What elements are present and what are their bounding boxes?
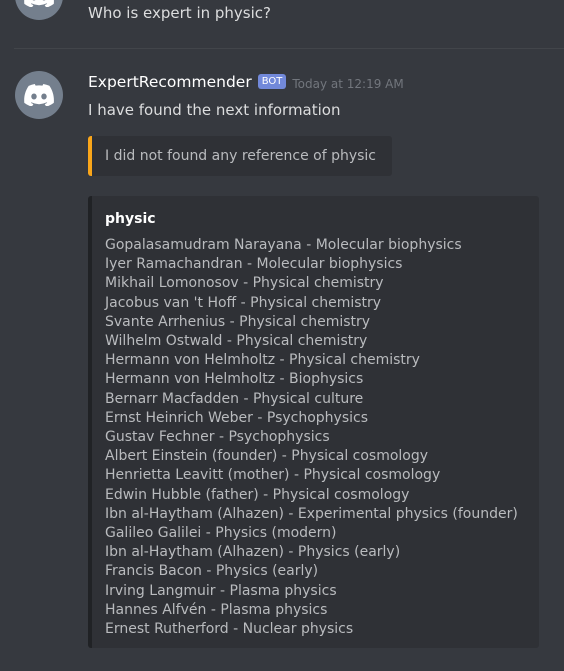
expert-list-item: Ernst Heinrich Weber - Psychophysics bbox=[105, 409, 369, 426]
expert-list-item: Francis Bacon - Physics (early) bbox=[105, 563, 319, 580]
expert-list-item: Henrietta Leavitt (mother) - Physical co… bbox=[105, 467, 441, 484]
discord-logo-icon bbox=[24, 0, 54, 7]
expert-list-item: Mikhail Lomonosov - Physical chemistry bbox=[105, 275, 384, 292]
expert-list-item: Hermann von Helmholtz - Physical chemist… bbox=[105, 352, 420, 369]
expert-list-item: Jacobus van 't Hoff - Physical chemistry bbox=[105, 294, 382, 311]
bot-avatar[interactable] bbox=[15, 71, 63, 119]
bot-username[interactable]: ExpertRecommender bbox=[88, 73, 252, 91]
results-embed: physic Gopalasamudram Narayana - Molecul… bbox=[88, 196, 539, 648]
previous-message: Who is expert in physic? bbox=[0, 0, 564, 32]
chat-view: Who is expert in physic? ExpertRecommend… bbox=[0, 0, 564, 671]
expert-list-item: Hermann von Helmholtz - Biophysics bbox=[105, 371, 364, 388]
expert-list-item: Svante Arrhenius - Physical chemistry bbox=[105, 313, 371, 330]
message-timestamp[interactable]: Today at 12:19 AM bbox=[292, 77, 403, 91]
discord-logo-icon bbox=[24, 84, 54, 106]
expert-list-item: Irving Langmuir - Plasma physics bbox=[105, 582, 337, 599]
expert-list-item: Albert Einstein (founder) - Physical cos… bbox=[105, 448, 429, 465]
message-divider bbox=[14, 48, 564, 49]
expert-list-item: Wilhelm Ostwald - Physical chemistry bbox=[105, 333, 368, 350]
expert-list-item: Gustav Fechner - Psychophysics bbox=[105, 429, 330, 446]
expert-list-item: Iyer Ramachandran - Molecular biophysics bbox=[105, 256, 403, 273]
expert-list-item: Hannes Alfvén - Plasma physics bbox=[105, 601, 328, 618]
expert-list-item: Ernest Rutherford - Nuclear physics bbox=[105, 621, 354, 638]
user-avatar[interactable] bbox=[15, 0, 63, 20]
previous-message-text: Who is expert in physic? bbox=[88, 4, 271, 22]
warning-embed-text: I did not found any reference of physic bbox=[105, 148, 377, 164]
warning-embed: I did not found any reference of physic bbox=[88, 136, 393, 176]
bot-tag-badge: BOT bbox=[257, 73, 287, 89]
message-header: ExpertRecommender BOT Today at 12:19 AM bbox=[88, 73, 404, 91]
expert-list-item: Edwin Hubble (father) - Physical cosmolo… bbox=[105, 486, 410, 503]
results-embed-title: physic bbox=[105, 211, 156, 227]
expert-list-item: Galileo Galilei - Physics (modern) bbox=[105, 525, 337, 542]
expert-list-item: Ibn al-Haytham (Alhazen) - Experimental … bbox=[105, 505, 518, 522]
expert-list-item: Ibn al-Haytham (Alhazen) - Physics (earl… bbox=[105, 544, 401, 561]
expert-list: Gopalasamudram Narayana - Molecular biop… bbox=[105, 236, 539, 639]
message-text: I have found the next information bbox=[88, 101, 341, 119]
expert-list-item: Bernarr Macfadden - Physical culture bbox=[105, 390, 364, 407]
expert-list-item: Gopalasamudram Narayana - Molecular biop… bbox=[105, 237, 462, 253]
